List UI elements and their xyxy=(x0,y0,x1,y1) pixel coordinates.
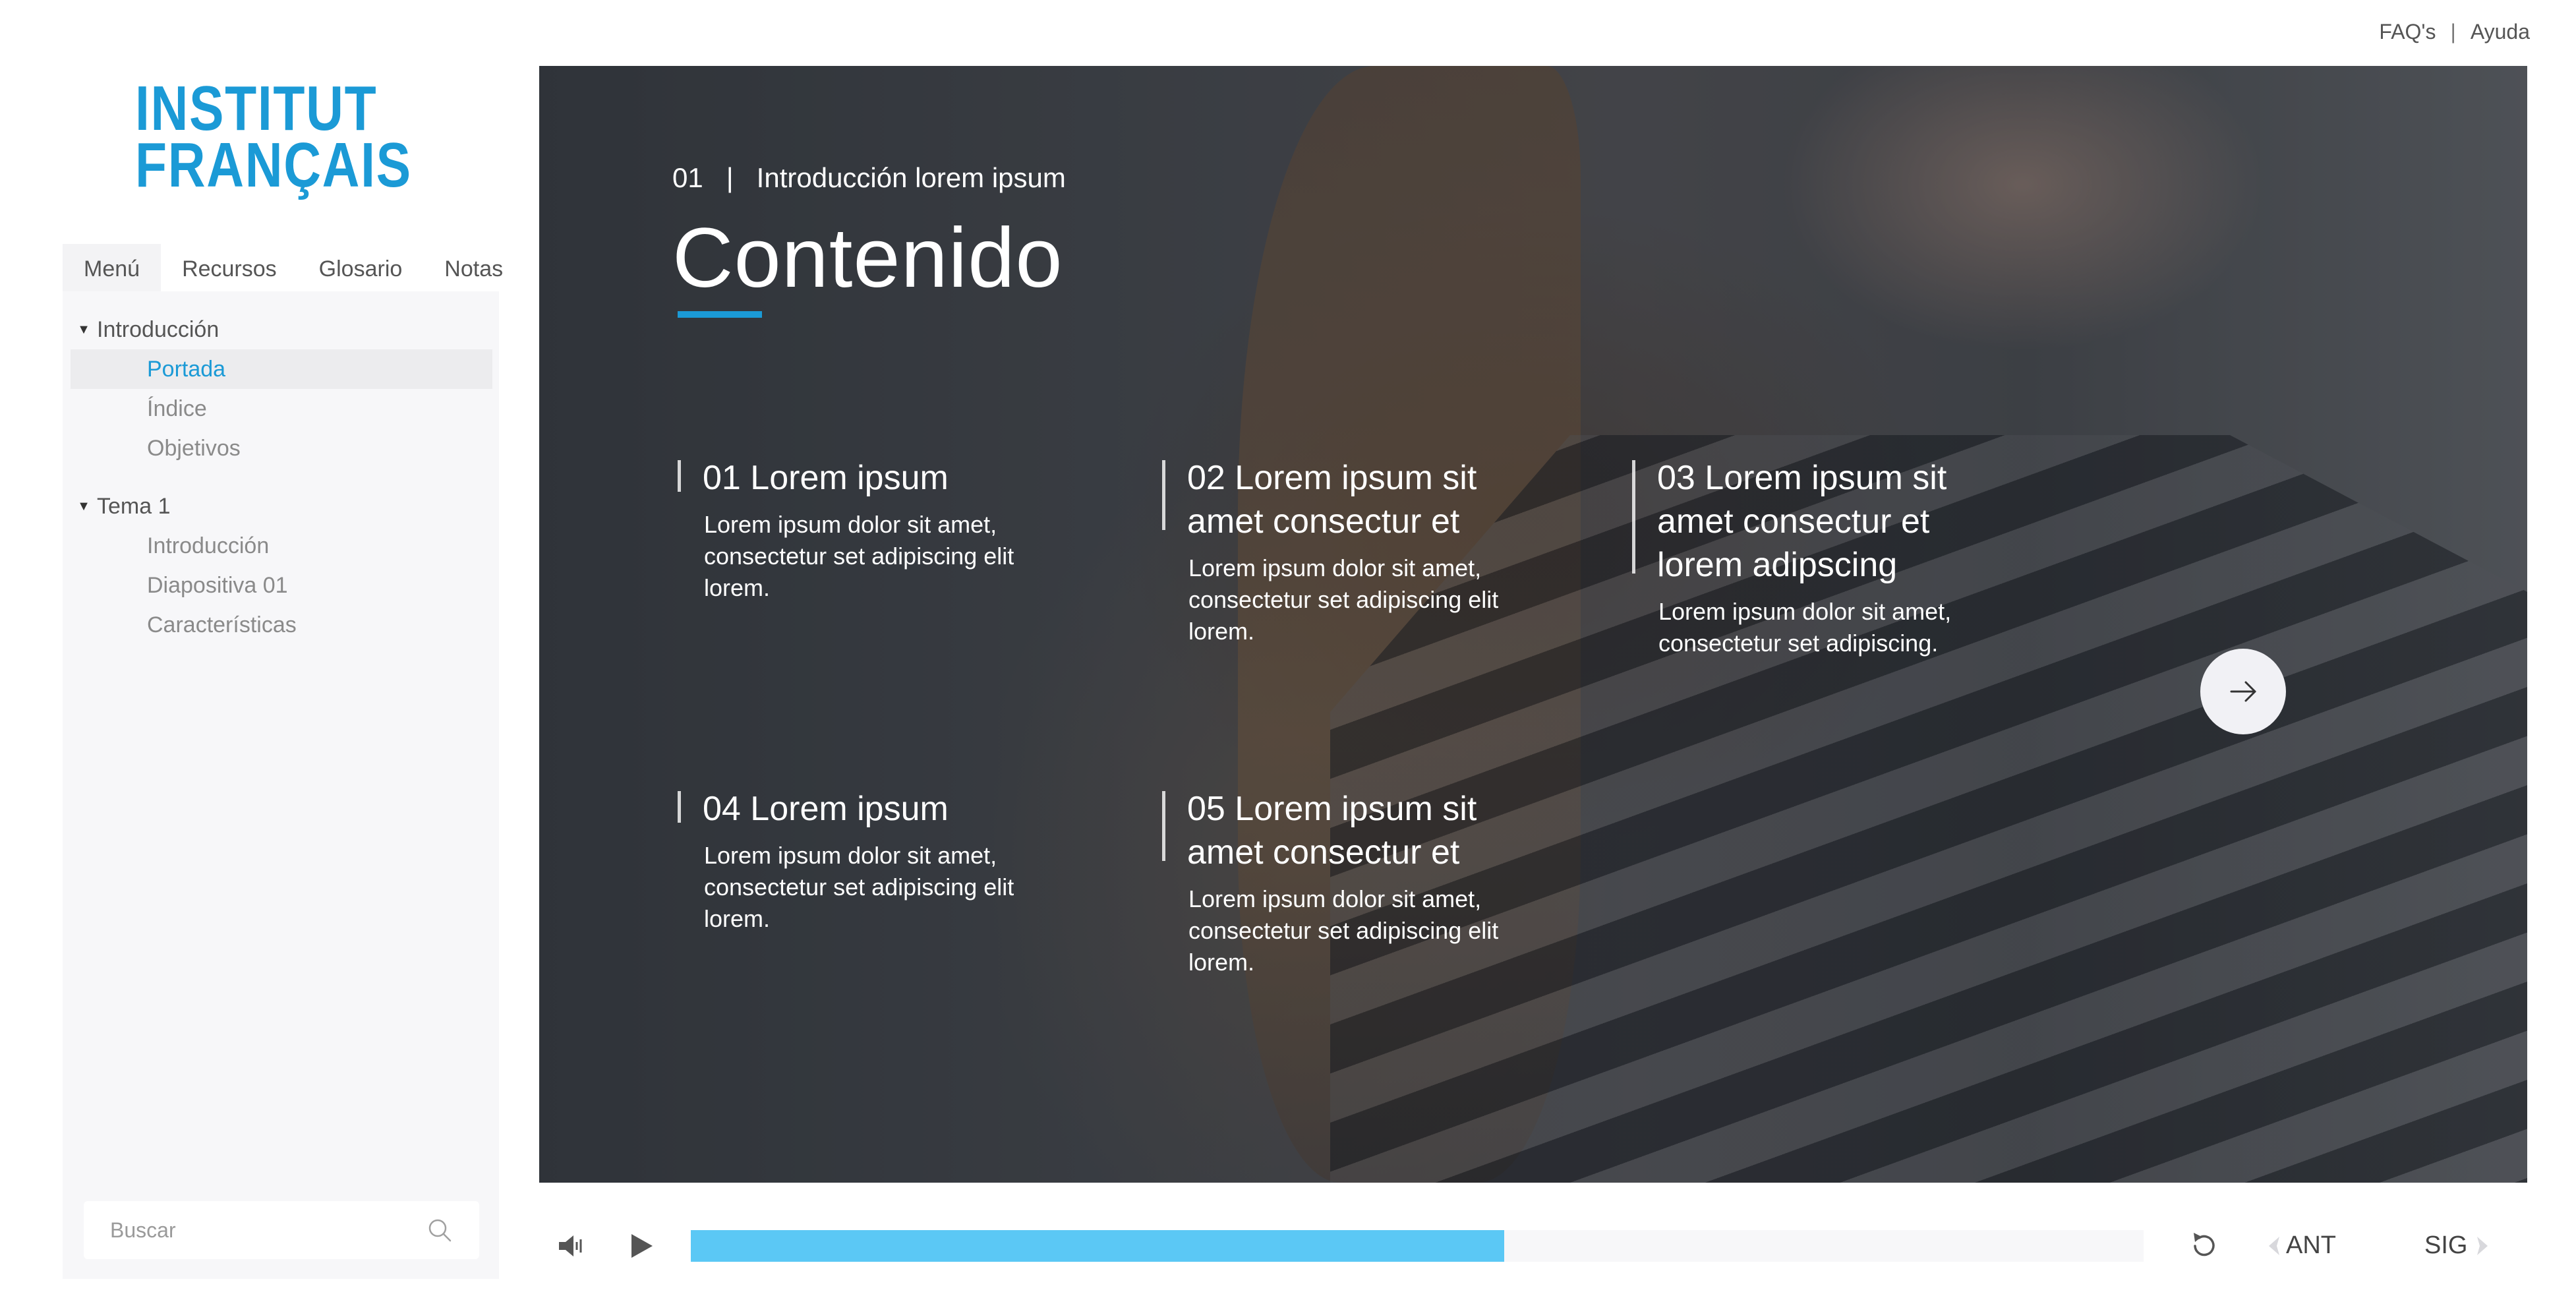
content-item-04: 04 Lorem ipsum Lorem ipsum dolor sit ame… xyxy=(678,787,1047,935)
tree-section-introduction[interactable]: ▼ Introducción xyxy=(71,310,492,349)
tree-item-introduccion[interactable]: Introducción xyxy=(71,526,492,566)
tree-item-diapositiva-01[interactable]: Diapositiva 01 xyxy=(71,566,492,605)
tree-item-indice[interactable]: Índice xyxy=(71,389,492,428)
menu-panel: ▼ Introducción Portada Índice Objetivos … xyxy=(63,291,499,1279)
slide-number: 01 xyxy=(672,162,703,193)
item-body: Lorem ipsum dolor sit amet, consectetur … xyxy=(704,842,1014,932)
sidebar: INSTITUT FRANÇAIS Menú Recursos Glosario… xyxy=(63,66,503,1279)
item-body: Lorem ipsum dolor sit amet, consectetur … xyxy=(1658,598,1952,657)
item-title: 04 Lorem ipsum xyxy=(703,790,949,828)
item-body: Lorem ipsum dolor sit amet, consectetur … xyxy=(1188,885,1499,976)
slide-next-button[interactable] xyxy=(2200,649,2286,734)
faq-link[interactable]: FAQ's xyxy=(2379,20,2436,44)
next-button[interactable]: SIG xyxy=(2424,1231,2467,1260)
item-divider xyxy=(678,791,681,823)
item-body: Lorem ipsum dolor sit amet, consectetur … xyxy=(704,511,1014,601)
progress-bar[interactable] xyxy=(691,1230,2144,1262)
play-button[interactable] xyxy=(622,1227,659,1264)
slide-header-separator: | xyxy=(726,162,734,193)
replay-button[interactable] xyxy=(2186,1227,2223,1264)
caret-down-icon[interactable]: ▼ xyxy=(71,322,97,338)
tree-item-objetivos[interactable]: Objetivos xyxy=(71,428,492,468)
chevron-left-icon xyxy=(2269,1237,2279,1255)
play-icon xyxy=(631,1234,653,1258)
player-controls: ANT SIG xyxy=(539,1213,2527,1279)
search-input[interactable]: Buscar xyxy=(110,1218,426,1243)
title-underline xyxy=(678,311,762,318)
content-item-03: 03 Lorem ipsum sit amet consectur et lor… xyxy=(1632,456,2001,659)
top-links: FAQ's | Ayuda xyxy=(2379,20,2530,44)
item-divider xyxy=(1632,460,1635,574)
chevron-right-icon xyxy=(2477,1237,2488,1255)
content-item-05: 05 Lorem ipsum sit amet consectur et Lor… xyxy=(1162,787,1531,978)
tab-menu[interactable]: Menú xyxy=(63,244,161,291)
logo-line-2: FRANÇAIS xyxy=(135,130,412,200)
volume-button[interactable] xyxy=(552,1227,589,1264)
item-divider xyxy=(678,460,681,492)
logo-line-1: INSTITUT xyxy=(135,73,378,144)
tree-item-caracteristicas[interactable]: Características xyxy=(71,605,492,645)
content-item-01: 01 Lorem ipsum Lorem ipsum dolor sit ame… xyxy=(678,456,1047,604)
menu-tree: ▼ Introducción Portada Índice Objetivos … xyxy=(71,310,492,645)
sidebar-tabs: Menú Recursos Glosario Notas xyxy=(63,244,503,291)
tab-glossary[interactable]: Glosario xyxy=(298,244,424,291)
tree-section-tema-1[interactable]: ▼ Tema 1 xyxy=(71,487,492,526)
top-links-separator: | xyxy=(2450,20,2456,44)
next-arrow-button[interactable] xyxy=(2464,1227,2501,1264)
content-item-02: 02 Lorem ipsum sit amet consectur et Lor… xyxy=(1162,456,1531,647)
progress-fill xyxy=(691,1230,1505,1262)
slide-title: Contenido xyxy=(672,211,1063,305)
slide-header: 01 | Introducción lorem ipsum xyxy=(672,162,1066,194)
tab-resources[interactable]: Recursos xyxy=(161,244,298,291)
item-title: 05 Lorem ipsum sit amet consectur et xyxy=(1187,790,1477,872)
item-title: 02 Lorem ipsum sit amet consectur et xyxy=(1187,459,1477,541)
slide-area: 01 | Introducción lorem ipsum Contenido … xyxy=(539,66,2527,1183)
tree-section-label: Tema 1 xyxy=(97,493,171,519)
item-title: 01 Lorem ipsum xyxy=(703,459,949,497)
arrow-right-icon xyxy=(2230,681,2256,702)
help-link[interactable]: Ayuda xyxy=(2471,20,2530,44)
tree-item-portada[interactable]: Portada xyxy=(71,349,492,389)
tab-notes[interactable]: Notas xyxy=(423,244,524,291)
search-box[interactable]: Buscar xyxy=(84,1201,479,1259)
item-body: Lorem ipsum dolor sit amet, consectetur … xyxy=(1188,554,1499,645)
replay-icon xyxy=(2194,1233,2215,1256)
tree-section-label: Introducción xyxy=(97,316,220,342)
caret-down-icon[interactable]: ▼ xyxy=(71,499,97,514)
prev-button[interactable]: ANT xyxy=(2286,1231,2336,1260)
search-icon[interactable] xyxy=(426,1217,453,1243)
item-title: 03 Lorem ipsum sit amet consectur et lor… xyxy=(1657,459,1947,584)
item-divider xyxy=(1162,791,1165,861)
volume-icon xyxy=(559,1235,582,1256)
item-divider xyxy=(1162,460,1165,530)
slide-section-title: Introducción lorem ipsum xyxy=(756,162,1066,193)
institut-francais-logo: INSTITUT FRANÇAIS xyxy=(135,73,412,200)
